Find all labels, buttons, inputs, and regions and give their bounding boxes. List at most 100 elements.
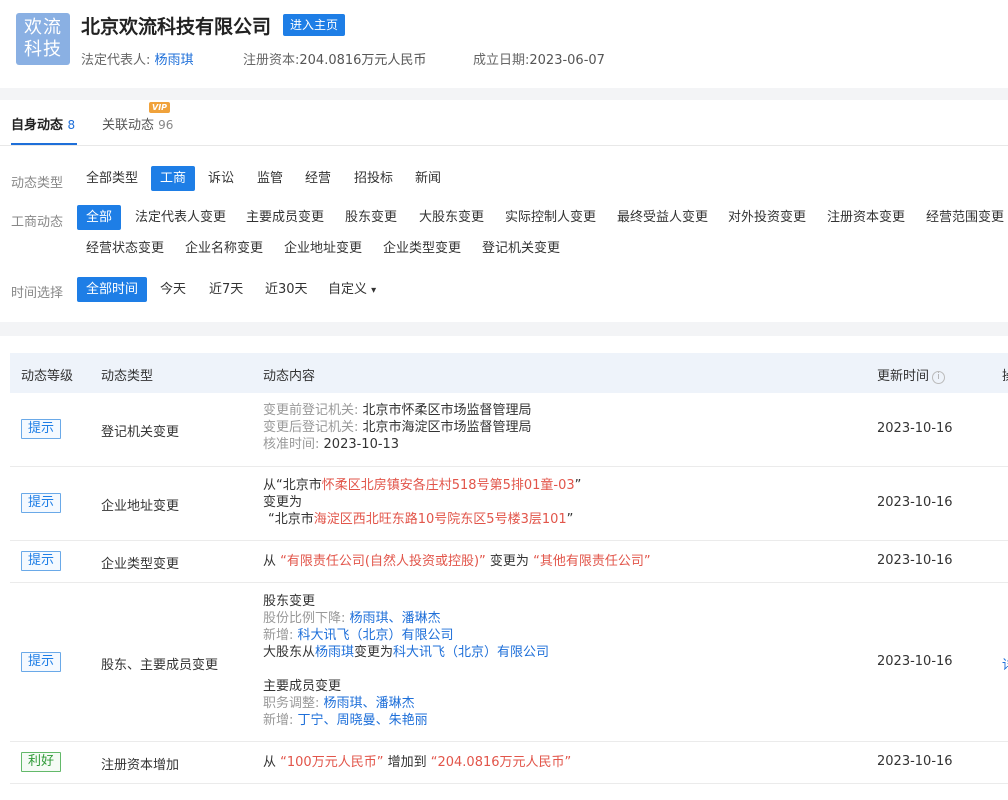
person-link[interactable]: 朱艳丽 (389, 713, 428, 728)
info-icon[interactable]: i (932, 371, 946, 384)
member-title: 主要成员变更 (263, 679, 342, 694)
tab-self-label: 自身动态 (11, 118, 64, 133)
detail-link[interactable]: 详 (1002, 654, 1008, 673)
header-level: 动态等级 (21, 369, 74, 384)
to-value: “其他有限责任公司” (533, 554, 651, 569)
company-link[interactable]: 科大讯飞（北京）有限公司 (393, 645, 549, 660)
header-action: 操 (1002, 365, 1008, 384)
dynamic-type: 登记机关变更 (101, 425, 180, 440)
separator: 、 (323, 713, 337, 728)
legal-rep-link[interactable]: 杨雨琪 (155, 53, 194, 68)
separator: 、 (362, 696, 376, 711)
tab-related-label: 关联动态 (102, 118, 155, 133)
dynamic-content: 从“北京市怀柔区北房镇安各庄村518号第5排01童-03” 变更为 “北京市海淀… (263, 477, 581, 528)
dynamic-type: 股东、主要成员变更 (101, 658, 219, 673)
founded-date: 成立日期:2023-06-07 (473, 49, 605, 68)
caret-down-icon: ▾ (371, 285, 377, 296)
biz-chip-shareholder[interactable]: 股东变更 (336, 205, 406, 230)
biz-chip-major-shareholder[interactable]: 大股东变更 (410, 205, 493, 230)
time-chip-30days[interactable]: 近30天 (256, 277, 317, 302)
time-filter-label: 时间选择 (11, 286, 64, 301)
biz-chip-investment[interactable]: 对外投资变更 (719, 205, 815, 230)
time-chip-custom[interactable]: 自定义 ▾ (319, 277, 385, 302)
person-link[interactable]: 潘琳杰 (376, 696, 415, 711)
biz-chip-company-type[interactable]: 企业类型变更 (374, 236, 470, 261)
table-header: 动态等级 动态类型 动态内容 更新时间i 操 (10, 353, 1008, 393)
type-chip-business[interactable]: 工商 (151, 166, 196, 191)
biz-chip-capital[interactable]: 注册资本变更 (818, 205, 914, 230)
table-row: 提示 股东、主要成员变更 股东变更 股份比例下降: 杨雨琪、潘琳杰 新增: 科大… (10, 583, 1008, 742)
from-value: “有限责任公司(自然人投资或控股)” (280, 554, 486, 569)
time-chip-all[interactable]: 全部时间 (77, 277, 148, 302)
level-badge: 提示 (21, 493, 62, 513)
type-chip-bidding[interactable]: 招投标 (345, 166, 402, 191)
person-link[interactable]: 杨雨琪 (324, 696, 363, 711)
to-prefix: “北京市 (268, 512, 314, 527)
to-highlight: 海淀区西北旺东路10号院东区5号楼3层101 (313, 512, 567, 527)
dynamics-table: 动态等级 动态类型 动态内容 更新时间i 操 提示 登记机关变更 变更前登记机关… (0, 336, 1008, 800)
biz-chip-all[interactable]: 全部 (77, 205, 122, 230)
type-chip-regulation[interactable]: 监管 (248, 166, 292, 191)
change-to: 变更为 (489, 554, 529, 569)
ratio-down-label: 股份比例下降: (263, 611, 346, 626)
after-value: 北京市海淀区市场监督管理局 (362, 420, 532, 435)
dynamic-type: 企业类型变更 (101, 557, 180, 572)
biz-chip-status[interactable]: 经营状态变更 (77, 236, 173, 261)
from-suffix: ” (574, 478, 582, 493)
update-time: 2023-10-16 (877, 495, 953, 510)
capital-value: 204.0816万元人民币 (299, 53, 427, 68)
type-chip-all[interactable]: 全部类型 (77, 166, 147, 191)
logo-line-1: 欢流 (24, 17, 62, 38)
legal-representative: 法定代表人: 杨雨琪 (81, 49, 194, 68)
vip-badge: VIP (149, 102, 171, 113)
biz-chip-beneficiary[interactable]: 最终受益人变更 (608, 205, 717, 230)
type-chip-operation[interactable]: 经营 (296, 166, 340, 191)
tab-self-dynamics[interactable]: 自身动态 8 (11, 114, 75, 133)
biz-chip-address[interactable]: 企业地址变更 (275, 236, 371, 261)
separator: 、 (388, 611, 402, 626)
header-update-time-label: 更新时间 (877, 369, 930, 384)
table-row: 利好 注册资本增加 从 “100万元人民币” 增加到 “204.0816万元人民… (10, 742, 1008, 784)
type-chip-news[interactable]: 新闻 (406, 166, 450, 191)
enter-homepage-button[interactable]: 进入主页 (283, 14, 346, 36)
change-to: 变更为 (263, 495, 303, 510)
duty-label: 职务调整: (263, 696, 320, 711)
update-time: 2023-10-16 (877, 754, 953, 769)
dynamic-type: 注册资本增加 (101, 758, 180, 773)
shareholder-title: 股东变更 (263, 594, 316, 609)
level-badge: 提示 (21, 551, 62, 571)
company-link[interactable]: 科大讯飞（北京）有限公司 (298, 628, 454, 643)
header-update-time: 更新时间 i (877, 365, 946, 384)
before-label: 变更前登记机关: (263, 403, 359, 418)
table-row: 提示 登记机关变更 变更前登记机关: 北京市怀柔区市场监督管理局 变更后登记机关… (10, 393, 1008, 467)
capital-label: 注册资本: (243, 53, 300, 68)
from-word: 从 (263, 478, 277, 493)
dynamic-content: 从 “有限责任公司(自然人投资或控股)” 变更为 “其他有限责任公司” (263, 553, 651, 570)
person-link[interactable]: 周晓曼 (337, 713, 376, 728)
founded-label: 成立日期: (473, 53, 530, 68)
person-link[interactable]: 丁宁 (298, 713, 324, 728)
biz-chip-controller[interactable]: 实际控制人变更 (496, 205, 605, 230)
person-link[interactable]: 杨雨琪 (315, 645, 354, 660)
logo-line-2: 科技 (24, 39, 62, 60)
time-chip-7days[interactable]: 近7天 (200, 277, 252, 302)
header-content: 动态内容 (263, 369, 316, 384)
biz-chip-name[interactable]: 企业名称变更 (176, 236, 272, 261)
time-chip-today[interactable]: 今天 (151, 277, 195, 302)
biz-chip-legal-rep[interactable]: 法定代表人变更 (126, 205, 235, 230)
level-badge: 利好 (21, 752, 62, 772)
biz-chip-scope[interactable]: 经营范围变更 (917, 205, 1008, 230)
table-row: 提示 企业类型变更 从 “有限责任公司(自然人投资或控股)” 变更为 “其他有限… (10, 541, 1008, 583)
approve-label: 核准时间: (263, 437, 320, 452)
to-suffix: ” (566, 512, 574, 527)
biz-chip-members[interactable]: 主要成员变更 (237, 205, 333, 230)
type-chip-litigation[interactable]: 诉讼 (199, 166, 243, 191)
person-link[interactable]: 潘琳杰 (402, 611, 441, 626)
filter-panel: 自身动态 8 关联动态 96 VIP 动态类型 全部类型 工商 诉讼 监管 经营… (0, 100, 1008, 322)
person-link[interactable]: 杨雨琪 (350, 611, 389, 626)
major-mid: 变更为 (354, 645, 394, 660)
before-value: 北京市怀柔区市场监督管理局 (362, 403, 532, 418)
dynamic-content: 股东变更 股份比例下降: 杨雨琪、潘琳杰 新增: 科大讯飞（北京）有限公司 大股… (263, 593, 549, 729)
biz-chip-authority[interactable]: 登记机关变更 (473, 236, 569, 261)
tab-related-dynamics[interactable]: 关联动态 96 (102, 114, 173, 133)
